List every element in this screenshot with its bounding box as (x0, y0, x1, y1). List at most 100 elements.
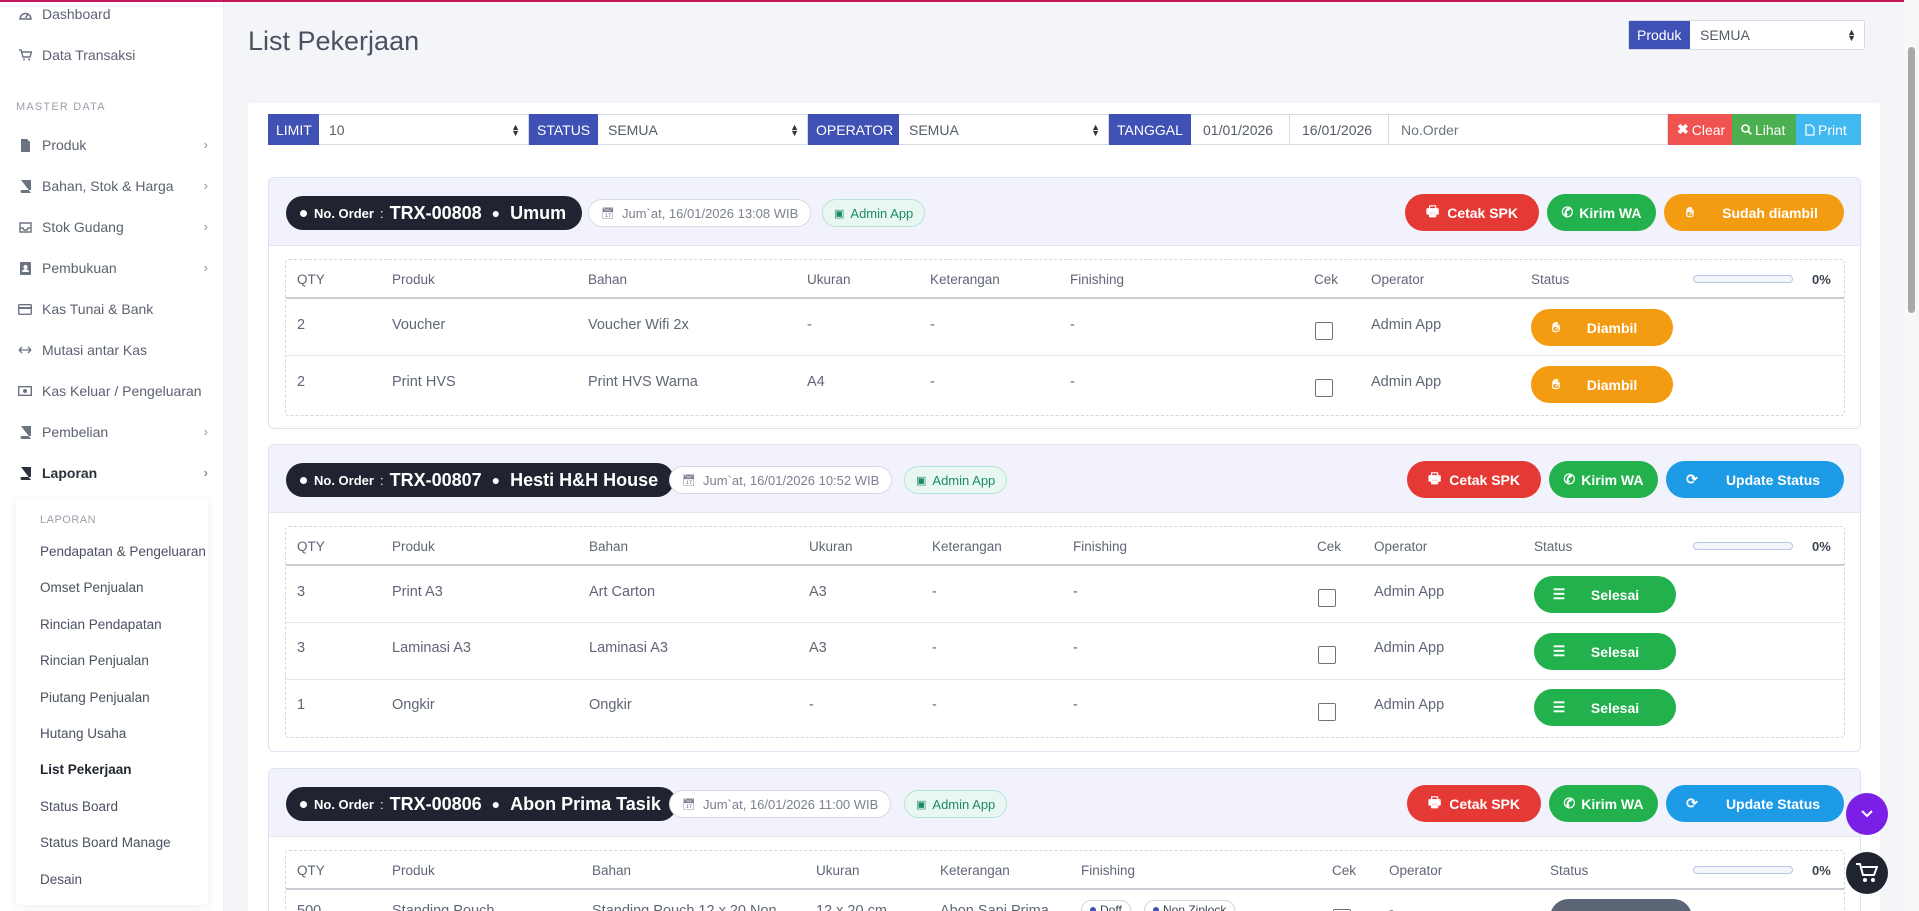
cell-operator: Admin App (1374, 584, 1445, 600)
cek-checkbox[interactable] (1318, 646, 1336, 664)
cell-qty: 500 (297, 903, 322, 911)
operator-label: OPERATOR (808, 114, 899, 145)
submenu-item-list-pekerjaan[interactable]: List Pekerjaan (40, 762, 132, 777)
selesai-button[interactable]: ☰ Selesai (1534, 576, 1676, 613)
user-card-icon: ▣ (916, 474, 927, 487)
cell-keterangan: - (930, 317, 935, 333)
page-title: List Pekerjaan (248, 26, 420, 56)
submenu-item-piutang-penjualan[interactable]: Piutang Penjualan (40, 690, 150, 705)
sidebar-item-pembelian[interactable]: Pembelian › (18, 421, 208, 443)
date-from-input[interactable]: 01/01/2026 (1191, 114, 1290, 145)
scroll-down-button[interactable] (1846, 793, 1888, 835)
print-button[interactable]: Print (1796, 114, 1861, 145)
row-divider (286, 679, 1844, 680)
cek-checkbox[interactable] (1315, 379, 1333, 397)
col-header-bahan: Bahan (589, 538, 629, 554)
cetak-spk-button[interactable]: 🖶︎ Cetak SPK (1405, 194, 1539, 231)
sidebar-item-mutasi-antar-kas[interactable]: Mutasi antar Kas (18, 339, 208, 361)
close-icon: ✖ (1677, 121, 1689, 137)
order-number-input[interactable]: No.Order (1389, 114, 1668, 145)
sidebar-item-dashboard[interactable]: Dashboard (18, 3, 208, 25)
order-date: Jum`at, 16/01/2026 11:00 WIB (702, 796, 879, 812)
cell-qty: 3 (297, 640, 306, 656)
whatsapp-icon: ✆ (1563, 471, 1576, 487)
kirim-wa-button[interactable]: ✆ Kirim WA (1547, 194, 1656, 231)
sudah-diambil-button[interactable]: ✋︎ Sudah diambil (1664, 194, 1844, 231)
print-icon: 🖶︎ (1425, 202, 1440, 219)
order-header: No. Order : TRX-00808 ● Umum 📅︎ Jum`at, 1… (269, 178, 1860, 246)
page-scrollbar[interactable] (1904, 0, 1919, 911)
sidebar-item-produk[interactable]: Produk › (18, 134, 208, 156)
submenu-item-status-board[interactable]: Status Board (40, 799, 118, 814)
sidebar-item-label: Data Transaksi (42, 47, 136, 63)
sidebar-item-label: Produk (42, 137, 87, 153)
status-button[interactable] (1550, 899, 1692, 911)
status-label: STATUS (529, 114, 598, 145)
cell-operator: Admin App (1371, 317, 1442, 333)
clear-button[interactable]: ✖ Clear (1668, 114, 1732, 145)
col-header-keterangan: Keterangan (932, 538, 1002, 554)
sidebar-item-bahan-stok-harga[interactable]: Bahan, Stok & Harga › (18, 175, 208, 197)
cart-button[interactable] (1846, 852, 1888, 894)
submenu-item-rincian-penjualan[interactable]: Rincian Penjualan (40, 653, 149, 668)
operator-select[interactable]: SEMUA ▲ ▼ (899, 114, 1109, 145)
order-items-table: QTY Produk Bahan Ukuran Keterangan Finis… (285, 259, 1845, 416)
cek-checkbox[interactable] (1315, 322, 1333, 340)
cell-qty: 3 (297, 584, 306, 600)
submenu-item-status-board-manage[interactable]: Status Board Manage (40, 835, 171, 850)
cell-finishing: - (1070, 374, 1075, 390)
whatsapp-icon: ✆ (1561, 204, 1574, 220)
update-status-button[interactable]: ⟳ Update Status (1666, 785, 1844, 822)
cell-produk: Laminasi A3 (392, 640, 471, 656)
cek-checkbox[interactable] (1318, 703, 1336, 721)
sidebar-item-laporan[interactable]: Laporan › (18, 462, 208, 484)
submenu-item-omset-penjualan[interactable]: Omset Penjualan (40, 580, 144, 595)
limit-select[interactable]: 10 ▲ ▼ (319, 114, 529, 145)
status-select[interactable]: SEMUA ▲ ▼ (598, 114, 808, 145)
kirim-wa-label: Kirim WA (1579, 204, 1642, 221)
cek-checkbox[interactable] (1318, 589, 1336, 607)
selesai-button[interactable]: ☰ Selesai (1534, 633, 1676, 670)
selesai-button[interactable]: ☰ Selesai (1534, 689, 1676, 726)
sidebar-item-label: Bahan, Stok & Harga (42, 178, 174, 194)
scrollbar-thumb[interactable] (1908, 47, 1915, 313)
sidebar-item-pembukuan[interactable]: Pembukuan › (18, 257, 208, 279)
diambil-button[interactable]: ✋︎ Diambil (1531, 309, 1673, 346)
cetak-spk-button[interactable]: 🖶︎ Cetak SPK (1407, 461, 1541, 498)
selesai-label: Selesai (1590, 586, 1640, 603)
update-status-button[interactable]: ⟳ Update Status (1666, 461, 1844, 498)
arrows-horizontal-icon (18, 343, 32, 357)
cell-bahan: Standing Pouch 12 x 20 Non (592, 903, 777, 911)
submenu-item-rincian-pendapatan[interactable]: Rincian Pendapatan (40, 617, 162, 632)
col-header-finishing: Finishing (1070, 271, 1125, 287)
produk-select[interactable]: SEMUA ▲ ▼ (1690, 21, 1864, 49)
header-divider (286, 564, 1844, 566)
progress-bar (1693, 542, 1793, 550)
order-no-label: No. Order (314, 472, 374, 488)
cell-finishing: - (1073, 584, 1078, 600)
lihat-button[interactable]: Lihat (1732, 114, 1796, 145)
sidebar-item-stok-gudang[interactable]: Stok Gudang › (18, 216, 208, 238)
diambil-button[interactable]: ✋︎ Diambil (1531, 366, 1673, 403)
cart-icon (18, 48, 32, 62)
sidebar-item-kas-keluar[interactable]: Kas Keluar / Pengeluaran (18, 380, 208, 402)
submenu-item-hutang-usaha[interactable]: Hutang Usaha (40, 726, 126, 741)
sidebar-item-data-transaksi[interactable]: Data Transaksi (18, 44, 208, 66)
submenu-item-desain[interactable]: Desain (40, 872, 82, 887)
filter-bar: LIMIT 10 ▲ ▼ STATUS SEMUA ▲ ▼ OPERATOR SEM… (268, 114, 1861, 145)
file-pdf-icon (1805, 123, 1815, 136)
date-to-input[interactable]: 16/01/2026 (1290, 114, 1389, 145)
sudah-diambil-label: Sudah diambil (1722, 204, 1818, 221)
cell-bahan: Laminasi A3 (589, 640, 668, 656)
submenu-item-pendapatan-pengeluaran[interactable]: Pendapatan & Pengeluaran (40, 544, 206, 559)
chevron-right-icon: › (203, 465, 208, 480)
col-header-ukuran: Ukuran (809, 538, 853, 554)
kirim-wa-button[interactable]: ✆ Kirim WA (1549, 461, 1658, 498)
sidebar-item-kas-tunai-bank[interactable]: Kas Tunai & Bank (18, 298, 208, 320)
hand-icon: ✋︎ (1552, 376, 1560, 392)
calendar-icon: 📅︎ (682, 798, 696, 811)
cetak-spk-label: Cetak SPK (1447, 204, 1519, 221)
book-icon (18, 179, 32, 193)
cetak-spk-button[interactable]: 🖶︎ Cetak SPK (1407, 785, 1541, 822)
kirim-wa-button[interactable]: ✆ Kirim WA (1549, 785, 1658, 822)
